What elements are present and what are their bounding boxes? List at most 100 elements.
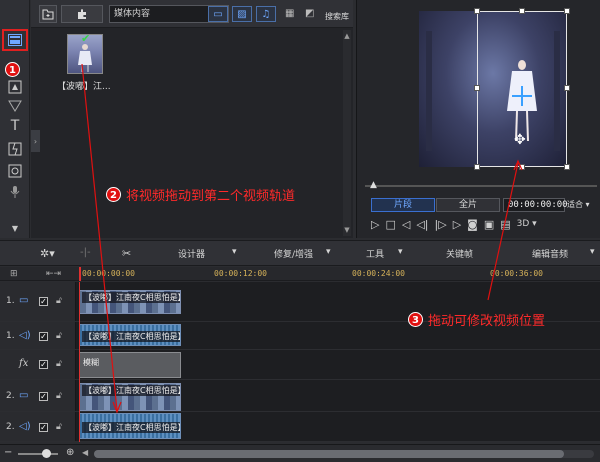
repair-dropdown-icon[interactable]: ▾ (326, 247, 331, 257)
scrollbar-thumb[interactable] (94, 450, 564, 458)
media-scrollbar[interactable]: ▲ ▼ (343, 30, 351, 236)
track-enable-checkbox[interactable]: ✓ (39, 392, 48, 401)
ruler-tick: 00:00:12:00 (214, 269, 267, 278)
horizontal-scrollbar[interactable] (94, 450, 594, 458)
fx-icon: fx (19, 358, 29, 369)
audio-track-icon: ◁) (19, 421, 31, 432)
transition-room-icon[interactable] (5, 140, 25, 158)
effect-clip[interactable]: 模糊 (79, 352, 181, 378)
fit-select[interactable]: 适合 ▾ (567, 199, 590, 210)
resize-handle[interactable] (474, 85, 480, 91)
clip-title: 【波嘟】江南夜C相思怕是】 (82, 385, 180, 396)
timeline-tracks: 1. ▭ ✓ 🔓︎ 【波嘟】江南夜C相思怕是】 1. ◁) ✓ 🔓︎ 【波嘟】江… (0, 282, 600, 442)
audio-clip[interactable]: 【波嘟】江南夜C相思怕是】 (79, 413, 181, 439)
collapse-panel-icon[interactable]: › (31, 130, 40, 152)
edit-audio-button[interactable]: 编辑音频 (532, 247, 568, 260)
track-enable-checkbox[interactable]: ✓ (39, 332, 48, 341)
image-filter-icon[interactable]: ▨ (232, 6, 252, 22)
play-icon[interactable]: ▷ (371, 218, 379, 231)
track-enable-checkbox[interactable]: ✓ (39, 360, 48, 369)
playhead-marker-icon[interactable]: ▲ (370, 180, 377, 190)
track-enable-checkbox[interactable]: ✓ (39, 297, 48, 306)
designer-dropdown-icon[interactable]: ▾ (232, 247, 237, 257)
resize-handle[interactable] (519, 8, 525, 14)
lock-icon[interactable]: 🔓︎ (56, 331, 62, 341)
tool-strip: T ▼ (0, 0, 30, 238)
effects-room-icon[interactable] (5, 78, 25, 96)
resize-handle[interactable] (474, 8, 480, 14)
scroll-up-icon[interactable]: ▲ (343, 32, 351, 40)
video-clip[interactable]: 【波嘟】江南夜C相思怕是】 (79, 290, 181, 314)
ruler-tick: 00:00:00:00 (82, 269, 135, 278)
repair-enhance-button[interactable]: 修复/增强 (274, 247, 313, 260)
lock-icon[interactable]: 🔓︎ (56, 359, 62, 369)
timecode-display[interactable]: 00:00:00:00 (503, 198, 568, 212)
grid-view-icon[interactable]: ▦ (285, 8, 294, 19)
track-number: 2. (6, 422, 15, 432)
playhead[interactable] (79, 267, 81, 281)
scroll-down-icon[interactable]: ▼ (343, 226, 351, 234)
clip-title: 【波嘟】江南夜C相思怕是】 (82, 331, 180, 342)
tab-full[interactable]: 全片 (436, 198, 500, 212)
tools-button[interactable]: 工具 (366, 247, 384, 260)
resize-handle[interactable] (474, 164, 480, 170)
designer-button[interactable]: 设计器 (178, 247, 205, 260)
chevron-down-icon[interactable]: ▼ (5, 219, 25, 237)
timeline-ruler[interactable]: ⊞ ⇤⇥ 00:00:00:00 00:00:12:00 00:00:24:00… (0, 267, 600, 281)
track-manager-icon[interactable]: ⊞ (10, 269, 18, 279)
scissors-icon[interactable]: ✂ (122, 247, 131, 260)
search-library-label[interactable]: 搜索库 (325, 11, 349, 22)
media-toolbar: 媒体内容 ▾ ▭ ▨ ♫ ▦ ◩ 搜索库 (31, 0, 353, 28)
move-cursor-icon: ✥ (514, 132, 526, 148)
fullscreen-icon[interactable]: ▣ (484, 218, 494, 231)
lock-icon[interactable]: 🔓︎ (56, 296, 62, 306)
next-frame-icon[interactable]: ▷ (453, 218, 461, 231)
display-mode-icon[interactable]: ▤ (500, 218, 510, 231)
step-2-badge: 2 (106, 187, 121, 202)
in-use-check-icon: ✔ (81, 32, 91, 45)
pip-room-icon[interactable] (5, 162, 25, 180)
seek-bar[interactable] (365, 185, 597, 187)
playback-controls: ▷ □ ◁ ◁| |▷ ▷ ◙ ▣ ▤ 3D ▾ (371, 216, 537, 232)
tools-dropdown-icon[interactable]: ▾ (398, 247, 403, 257)
lock-icon[interactable]: 🔓︎ (56, 422, 62, 432)
resize-icon[interactable]: ◩ (305, 8, 314, 19)
audio-filter-icon[interactable]: ♫ (256, 6, 276, 22)
effect-track: fx ✓ 🔓︎ 模糊 (0, 350, 600, 380)
track-number: 1. (6, 296, 15, 306)
track-header: fx ✓ 🔓︎ (0, 350, 76, 379)
lock-icon[interactable]: 🔓︎ (56, 391, 62, 401)
stop-icon[interactable]: □ (385, 218, 395, 231)
audio-clip[interactable]: 【波嘟】江南夜C相思怕是】 (79, 324, 181, 346)
import-icon[interactable] (39, 5, 57, 23)
resize-handle[interactable] (564, 164, 570, 170)
tab-clip[interactable]: 片段 (371, 198, 435, 212)
resize-handle[interactable] (564, 85, 570, 91)
video-filter-icon[interactable]: ▭ (208, 6, 228, 22)
magic-tools-icon[interactable]: ✲▾ (40, 247, 55, 260)
zoom-slider-knob[interactable] (42, 449, 51, 458)
plugin-icon[interactable] (61, 5, 103, 23)
resize-handle[interactable] (564, 8, 570, 14)
step-back-icon[interactable]: ◁| (416, 218, 428, 231)
track-number: 2. (6, 391, 15, 401)
particle-room-icon[interactable] (5, 97, 25, 115)
track-number: 1. (6, 331, 15, 341)
zoom-out-icon[interactable]: − (4, 447, 12, 458)
keyframe-button[interactable]: 关键帧 (446, 247, 473, 260)
zoom-in-icon[interactable]: ⊕ (66, 447, 74, 458)
3d-mode-select[interactable]: 3D ▾ (517, 219, 537, 229)
title-room-icon[interactable]: T (5, 117, 25, 135)
resize-handle[interactable] (519, 164, 525, 170)
track-enable-checkbox[interactable]: ✓ (39, 423, 48, 432)
microphone-icon[interactable] (5, 183, 25, 201)
snapshot-icon[interactable]: ◙ (467, 218, 478, 231)
scroll-left-icon[interactable]: ◀ (82, 448, 88, 457)
fit-timeline-icon[interactable]: ⇤⇥ (46, 269, 61, 279)
prev-frame-icon[interactable]: ◁ (402, 218, 410, 231)
edit-audio-dropdown-icon[interactable]: ▾ (590, 247, 595, 257)
zoom-slider[interactable] (18, 453, 58, 455)
media-room-icon[interactable] (2, 29, 28, 51)
video-clip[interactable]: 【波嘟】江南夜C相思怕是】 (79, 383, 181, 411)
step-forward-icon[interactable]: |▷ (435, 218, 447, 231)
